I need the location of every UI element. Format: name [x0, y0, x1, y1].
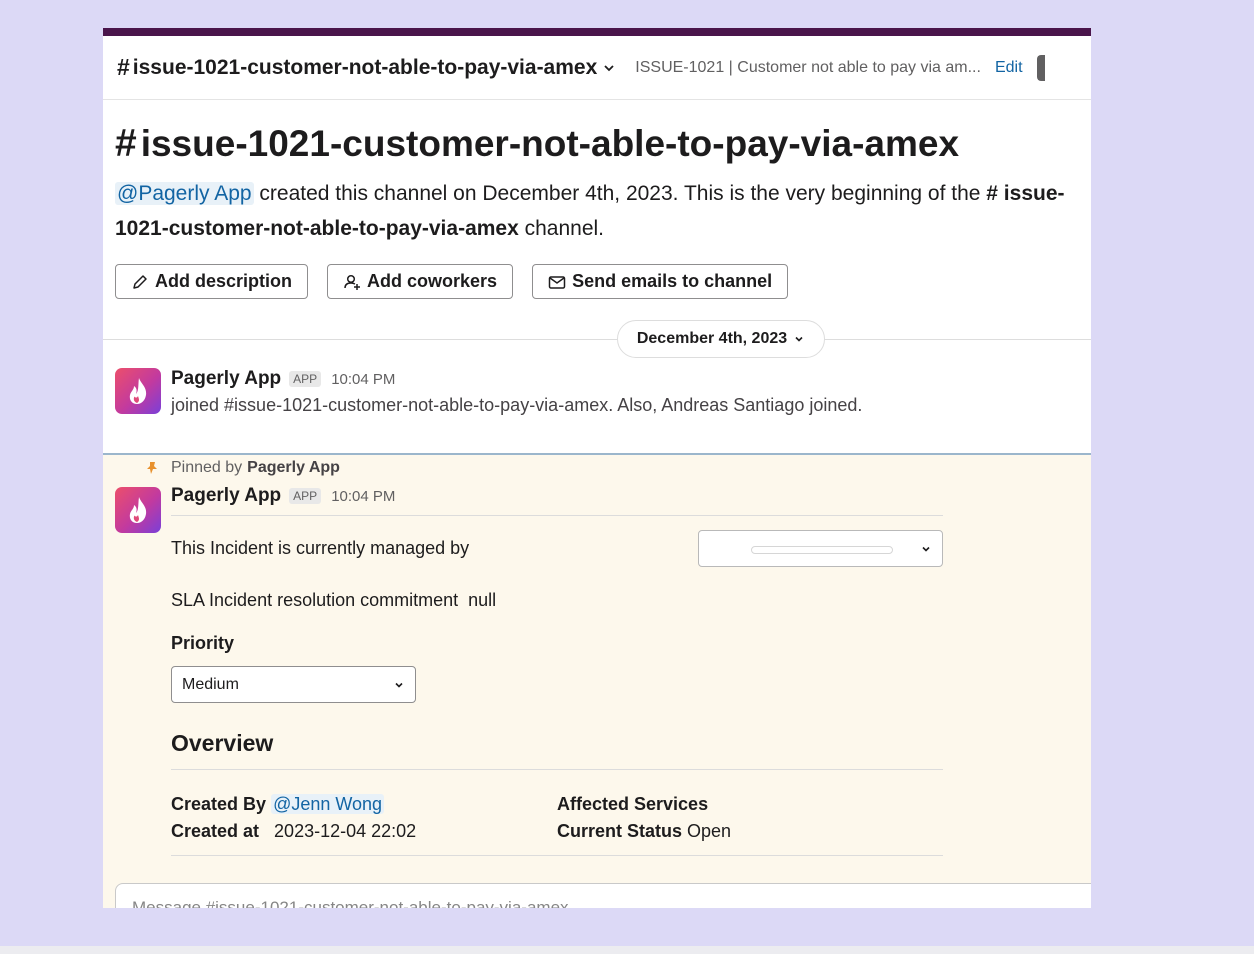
message-header: Pagerly App APP 10:04 PM: [171, 483, 1091, 509]
edit-topic-link[interactable]: Edit: [995, 59, 1023, 77]
message-body: joined #issue-1021-customer-not-able-to-…: [171, 395, 863, 415]
add-description-label: Add description: [155, 271, 293, 291]
hash-icon: #: [117, 54, 130, 80]
add-coworkers-button[interactable]: Add coworkers: [327, 264, 514, 299]
divider-line: [103, 339, 1091, 340]
sla-row: SLA Incident resolution commitment null: [171, 590, 943, 611]
intro-buttons: Add description Add coworkers Send email…: [115, 264, 1079, 299]
flame-logo-icon: [129, 497, 147, 523]
mention-jenn-wong[interactable]: @Jenn Wong: [271, 794, 385, 814]
created-by-label: Created By: [171, 794, 267, 814]
mention-pagerly-app[interactable]: @Pagerly App: [115, 182, 254, 205]
send-emails-label: Send emails to channel: [572, 271, 773, 291]
app-badge: APP: [289, 488, 322, 504]
channel-topic[interactable]: ISSUE-1021 | Customer not able to pay vi…: [635, 59, 981, 77]
intro-title: # issue-1021-customer-not-able-to-pay-vi…: [115, 122, 1079, 166]
pencil-icon: [133, 274, 147, 289]
message-time[interactable]: 10:04 PM: [331, 488, 395, 505]
sender-name[interactable]: Pagerly App: [171, 368, 281, 390]
affected-services-label: Affected Services: [557, 794, 709, 814]
chevron-down-icon: [922, 546, 930, 552]
message-header: Pagerly App APP 10:04 PM: [171, 368, 1091, 390]
channel-header: # issue-1021-customer-not-able-to-pay-vi…: [103, 36, 1091, 100]
current-status-field: Current Status Open: [557, 821, 943, 842]
created-at-field: Created at 2023-12-04 22:02: [171, 821, 557, 842]
app-badge: APP: [289, 371, 322, 387]
priority-select[interactable]: Medium: [171, 666, 416, 703]
date-jump-button[interactable]: December 4th, 2023: [617, 320, 825, 358]
intro-text-part-1: created this channel on December 4th, 20…: [253, 182, 987, 205]
overview-title: Overview: [171, 730, 274, 756]
chevron-down-icon: [795, 336, 803, 342]
created-at-value: 2023-12-04 22:02: [274, 821, 417, 841]
top-accent-bar: [103, 28, 1091, 36]
pin-icon: [147, 462, 157, 474]
overview-grid: Created By @Jenn Wong Affected Services …: [171, 794, 943, 842]
add-user-icon: [344, 274, 361, 290]
pinned-label: Pinned by Pagerly App: [145, 459, 340, 477]
manager-select[interactable]: [698, 529, 943, 567]
channel-name-button[interactable]: # issue-1021-customer-not-able-to-pay-vi…: [117, 54, 615, 81]
affected-services-field: Affected Services: [557, 794, 943, 815]
current-status-value: Open: [687, 821, 732, 841]
add-description-button[interactable]: Add description: [115, 264, 309, 299]
intro-title-text: issue-1021-customer-not-able-to-pay-via-…: [140, 123, 960, 164]
message-join: Pagerly App APP 10:04 PM joined #issue-1…: [103, 368, 1091, 426]
current-status-label: Current Status: [557, 821, 683, 841]
card-divider: [171, 515, 943, 516]
overview-bottom-divider: [171, 855, 943, 856]
header-overflow-chip[interactable]: [1036, 54, 1045, 81]
flame-logo-icon: [129, 378, 147, 404]
chevron-down-icon: [395, 682, 403, 688]
email-icon: [548, 275, 566, 289]
loading-placeholder-bar: [751, 545, 893, 554]
managed-by-label: This Incident is currently managed by: [171, 537, 470, 558]
date-divider: December 4th, 2023: [103, 320, 1091, 358]
hash-icon: #: [115, 122, 137, 165]
slack-window: # issue-1021-customer-not-able-to-pay-vi…: [103, 28, 1091, 908]
send-emails-button[interactable]: Send emails to channel: [532, 264, 789, 299]
priority-value: Medium: [182, 675, 239, 693]
intro-text: @Pagerly App created this channel on Dec…: [115, 176, 1091, 246]
composer-placeholder: Message #issue-1021-customer-not-able-to…: [132, 898, 569, 908]
sla-label: SLA Incident resolution commitment: [171, 590, 459, 610]
sender-name[interactable]: Pagerly App: [171, 485, 281, 507]
pinned-message: Pinned by Pagerly App Pagerly App APP 10…: [103, 453, 1091, 908]
created-by-field: Created By @Jenn Wong: [171, 794, 557, 815]
avatar[interactable]: [115, 368, 161, 414]
created-at-label: Created at: [171, 821, 260, 841]
managed-by-row: This Incident is currently managed by: [171, 520, 943, 576]
pinned-prefix: Pinned by: [171, 459, 243, 476]
incident-card: This Incident is currently managed by SL…: [171, 515, 943, 856]
priority-label: Priority: [171, 633, 235, 653]
channel-intro: # issue-1021-customer-not-able-to-pay-vi…: [103, 100, 1091, 299]
chevron-down-icon: [604, 64, 614, 71]
message-incident: Pagerly App APP 10:04 PM This Incident i…: [103, 483, 1091, 856]
avatar[interactable]: [115, 487, 161, 533]
channel-name: issue-1021-customer-not-able-to-pay-via-…: [132, 55, 598, 79]
sla-value: null: [468, 590, 497, 610]
message-time[interactable]: 10:04 PM: [331, 371, 395, 388]
intro-text-part-2: channel.: [518, 217, 605, 240]
add-coworkers-label: Add coworkers: [367, 271, 498, 291]
bottom-strip: [0, 946, 1254, 954]
message-composer[interactable]: Message #issue-1021-customer-not-able-to…: [115, 883, 1091, 908]
pinned-by[interactable]: Pagerly App: [247, 459, 340, 477]
date-label: December 4th, 2023: [636, 330, 788, 347]
overview-divider: [171, 769, 943, 770]
